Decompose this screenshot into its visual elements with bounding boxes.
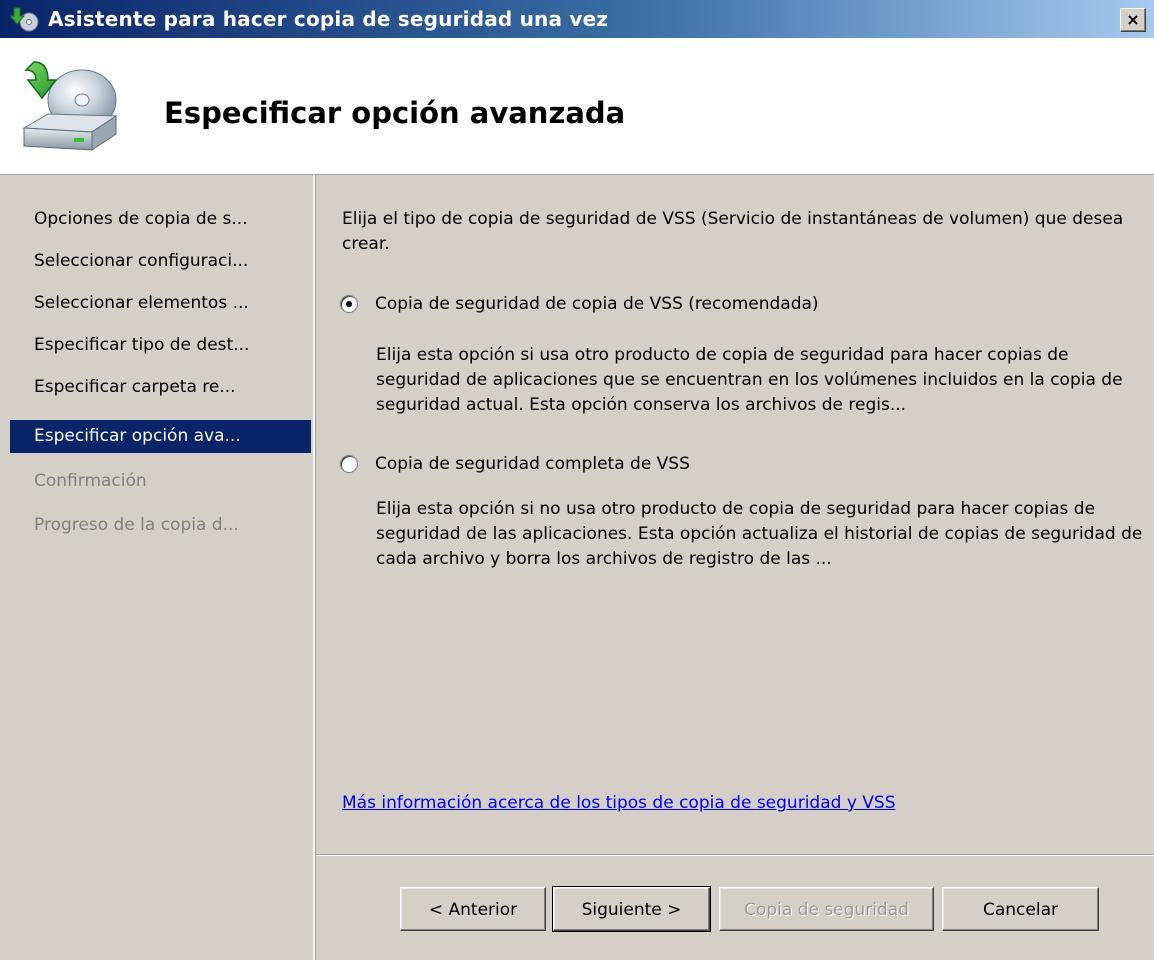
vss-copy-description: Elija esta opción si usa otro producto d… xyxy=(376,345,1123,415)
cancel-button[interactable]: Cancelar xyxy=(942,887,1099,931)
close-button[interactable]: × xyxy=(1120,8,1146,32)
more-info-link[interactable]: Más información acerca de los tipos de c… xyxy=(342,793,896,813)
window-title: Asistente para hacer copia de seguridad … xyxy=(48,7,609,31)
backup-drive-icon xyxy=(18,58,122,158)
sidebar-item-confirmacion: Confirmación xyxy=(34,471,147,491)
vss-copy-label[interactable]: Copia de seguridad de copia de VSS (reco… xyxy=(375,294,819,314)
sidebar-item-progreso: Progreso de la copia d... xyxy=(34,515,239,535)
sidebar-item-opciones-copia[interactable]: Opciones de copia de s... xyxy=(10,203,311,236)
vss-full-label[interactable]: Copia de seguridad completa de VSS xyxy=(375,454,690,474)
back-button[interactable]: < Anterior xyxy=(400,887,546,931)
sidebar-item-especificar-tipo-destino[interactable]: Especificar tipo de dest... xyxy=(10,329,311,362)
backup-button: Copia de seguridad xyxy=(719,887,934,931)
wizard-steps-sidebar: Opciones de copia de s... Seleccionar co… xyxy=(0,175,315,960)
vss-full-description: Elija esta opción si no usa otro product… xyxy=(376,499,1143,569)
radio-selected-dot xyxy=(346,301,352,307)
title-bar: Asistente para hacer copia de seguridad … xyxy=(0,0,1154,38)
sidebar-item-especificar-carpeta[interactable]: Especificar carpeta re... xyxy=(10,371,311,404)
close-icon: × xyxy=(1126,10,1140,29)
page-title: Especificar opción avanzada xyxy=(164,96,626,130)
sidebar-item-seleccionar-elementos[interactable]: Seleccionar elementos ... xyxy=(10,287,311,320)
wizard-header: Especificar opción avanzada xyxy=(0,38,1154,175)
backup-app-icon xyxy=(8,4,40,34)
sidebar-item-seleccionar-configuracion[interactable]: Seleccionar configuraci... xyxy=(10,245,311,278)
wizard-content: Elija el tipo de copia de seguridad de V… xyxy=(316,175,1154,855)
vss-full-radio[interactable] xyxy=(340,455,358,473)
vss-copy-radio[interactable] xyxy=(340,295,358,313)
footer-separator xyxy=(316,854,1154,856)
next-button[interactable]: Siguiente > xyxy=(552,886,711,932)
intro-text: Elija el tipo de copia de seguridad de V… xyxy=(342,209,1124,254)
vss-copy-option[interactable]: Copia de seguridad de copia de VSS (reco… xyxy=(340,294,819,314)
sidebar-item-opcion-avanzada[interactable]: Especificar opción ava... xyxy=(10,420,311,453)
vss-full-option[interactable]: Copia de seguridad completa de VSS xyxy=(340,454,690,474)
